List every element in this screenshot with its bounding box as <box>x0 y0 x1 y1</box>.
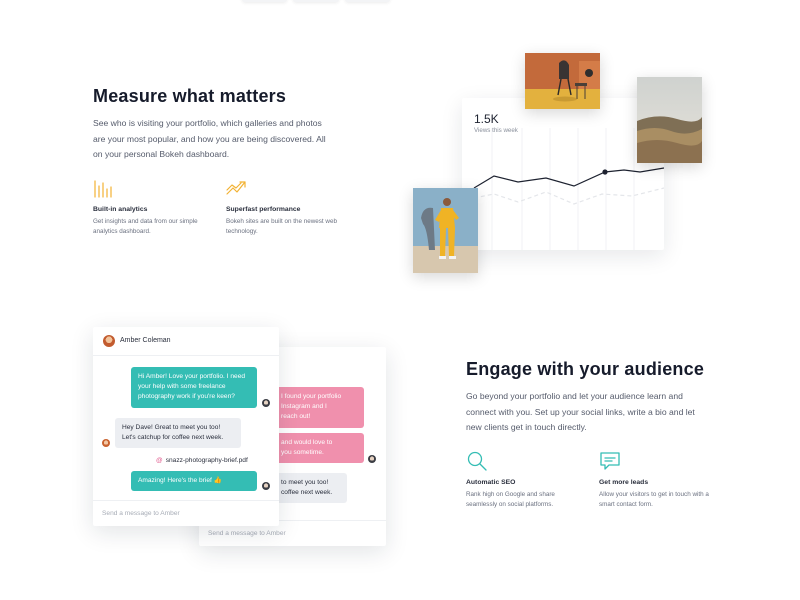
engage-section-description: Go beyond your portfolio and let your au… <box>466 391 695 432</box>
chat-message-outgoing: Amazing! Here's the brief 👍 <box>131 471 257 492</box>
chat-message: I found your portfolio Instagram and Irea… <box>274 387 364 428</box>
feature-automatic-seo: Automatic SEO Rank high on Google and sh… <box>466 451 586 510</box>
feature-title: Superfast performance <box>226 206 301 213</box>
chat-message-outgoing: Hi Amber! Love your portfolio. I need yo… <box>131 367 257 408</box>
paperclip-icon: @ <box>156 457 163 464</box>
chat-input-placeholder[interactable]: Send a message to Amber <box>102 510 180 517</box>
landscape-photo <box>637 77 702 163</box>
bar-chart-icon <box>94 180 112 198</box>
chat-input-bar[interactable]: Send a message to Amber <box>93 500 279 526</box>
feature-description: Rank high on Google and share seamlessly… <box>466 491 555 508</box>
search-icon <box>467 451 487 471</box>
lightning-trend-icon <box>226 181 246 195</box>
feature-title: Automatic SEO <box>466 479 516 486</box>
contact-name: Amber Coleman <box>120 337 171 344</box>
chat-attachment[interactable]: @ snazz-photography-brief.pdf <box>156 457 248 464</box>
feature-title: Built-in analytics <box>93 206 148 213</box>
attachment-filename[interactable]: snazz-photography-brief.pdf <box>166 457 248 464</box>
avatar <box>102 439 110 447</box>
analytics-dashboard-card: 1.5K Views this week <box>462 98 664 250</box>
views-dashed-line <box>473 187 664 205</box>
chat-message-incoming: Hey Dave! Great to meet you too! Let's c… <box>115 418 241 449</box>
views-count: 1.5K <box>474 112 499 126</box>
analytics-section-description: See who is visiting your portfolio, whic… <box>93 118 326 159</box>
fashion-photo <box>413 188 478 273</box>
feature-description: Get insights and data from our simple an… <box>93 218 198 235</box>
chat-input-placeholder[interactable]: Send a message to Amber <box>208 530 286 537</box>
feature-built-in-analytics: Built-in analytics Get insights and data… <box>93 178 213 237</box>
avatar <box>262 482 270 490</box>
analytics-section-title: Measure what matters <box>93 86 287 106</box>
avatar <box>368 455 376 463</box>
chat-message: and would love to you sometime. <box>274 433 364 464</box>
feature-title: Get more leads <box>599 479 649 486</box>
views-line <box>473 167 664 189</box>
feature-description: Bokeh sites are built on the newest web … <box>226 218 337 235</box>
views-current-point <box>602 169 608 175</box>
engage-section-title: Engage with your audience <box>466 359 705 379</box>
chat-message: to meet you too! coffee next week. <box>274 473 347 504</box>
avatar <box>262 399 270 407</box>
views-label: Views this week <box>474 127 518 134</box>
chair-photo <box>525 53 600 109</box>
feature-superfast-performance: Superfast performance Bokeh sites are bu… <box>226 178 346 237</box>
feature-description: Allow your visitors to get in touch with… <box>599 491 709 508</box>
chat-header: Amber Coleman <box>93 327 279 356</box>
top-section-fragment <box>242 0 390 4</box>
message-icon <box>600 452 620 470</box>
feature-get-more-leads: Get more leads Allow your visitors to ge… <box>599 451 719 510</box>
chat-card-primary: Amber Coleman Hi Amber! Love your portfo… <box>93 327 279 526</box>
contact-avatar <box>103 335 115 347</box>
